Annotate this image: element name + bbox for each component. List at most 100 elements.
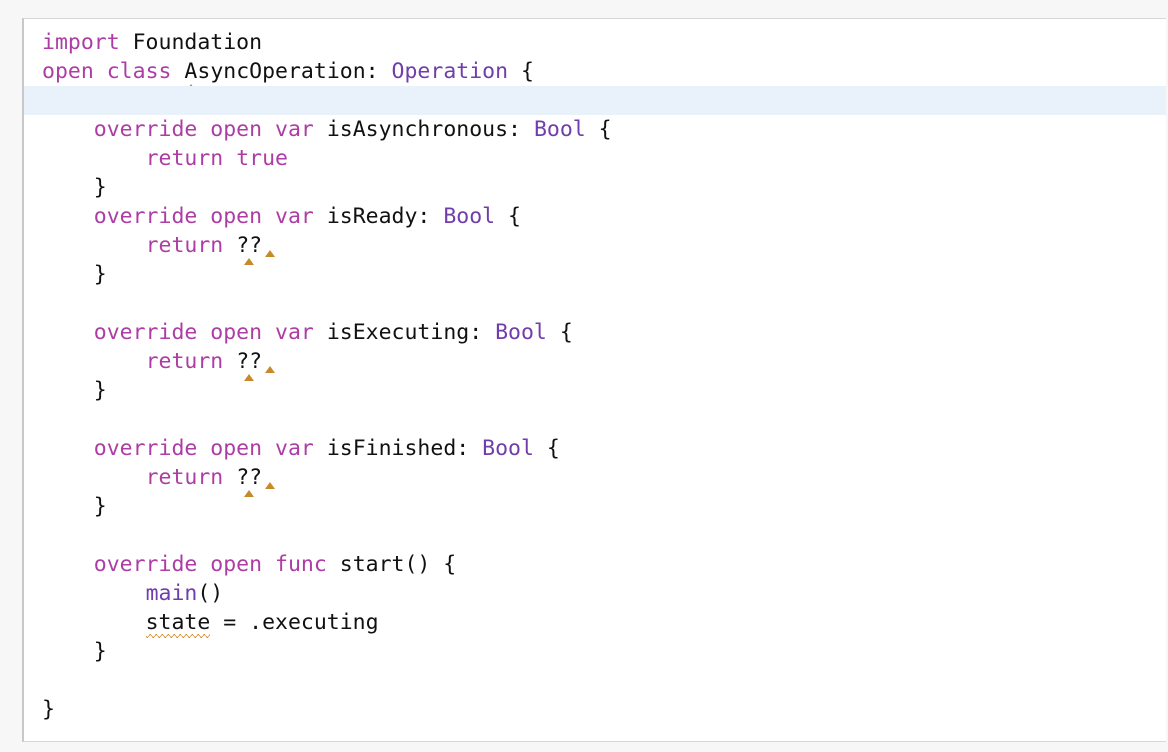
code-area[interactable]: import Foundation open class AsyncOperati… (24, 28, 1166, 724)
code-line[interactable] (24, 289, 1166, 318)
keyword-token: open (210, 117, 263, 142)
warning-marker-token: ?? (236, 465, 263, 497)
code-line[interactable]: main() (24, 579, 1166, 608)
code-token: syncOperation: (197, 59, 392, 84)
code-line[interactable]: } (24, 695, 1166, 724)
keyword-token: open (42, 59, 94, 84)
keyword-token: override (93, 552, 198, 577)
type-token: Bool (495, 320, 547, 345)
code-token: { (508, 59, 534, 84)
keyword-token: override (93, 436, 198, 461)
keyword-token: var (275, 320, 314, 345)
code-token: } (42, 378, 107, 403)
code-line[interactable]: return ?? (24, 231, 1166, 265)
type-token: Operation (391, 59, 509, 84)
keyword-token: var (275, 204, 314, 229)
code-token: isReady: (313, 204, 444, 229)
code-editor[interactable]: import Foundation open class AsyncOperati… (22, 18, 1166, 742)
code-line[interactable]: } (24, 637, 1166, 666)
keyword-token: override (93, 117, 198, 142)
keyword-token: true (236, 146, 288, 171)
code-line[interactable]: override open var isReady: Bool { (24, 202, 1166, 231)
code-token: } (42, 697, 55, 722)
warning-squiggle-token: state (145, 610, 211, 638)
keyword-token: return (145, 465, 224, 490)
code-line[interactable]: import Foundation (24, 28, 1166, 57)
code-token: } (42, 262, 107, 287)
code-token: isFinished: (313, 436, 483, 461)
code-token: () (197, 581, 224, 606)
code-token: Foundation (119, 30, 263, 55)
code-token: { (585, 117, 612, 142)
code-token: } (42, 494, 107, 519)
keyword-token: open (210, 552, 263, 577)
type-token: Bool (443, 204, 496, 229)
code-token: start() { (326, 552, 457, 577)
code-line[interactable]: return ?? (24, 347, 1166, 381)
type-token: main (145, 581, 198, 606)
code-line[interactable]: return ?? (24, 463, 1166, 497)
code-line[interactable]: override open var isFinished: Bool { (24, 434, 1166, 463)
code-line[interactable] (24, 405, 1166, 434)
type-token: Bool (533, 117, 586, 142)
code-line[interactable]: } (24, 260, 1166, 289)
code-line[interactable]: override open var isExecuting: Bool { (24, 318, 1166, 347)
code-token: } (42, 639, 107, 664)
keyword-token: return (145, 349, 224, 374)
code-line[interactable]: override open var isAsynchronous: Bool { (24, 115, 1166, 144)
code-line[interactable]: } (24, 173, 1166, 202)
keyword-token: open (210, 436, 263, 461)
current-line[interactable] (24, 86, 1166, 115)
code-line[interactable]: state = .executing (24, 608, 1166, 638)
code-token: { (546, 320, 573, 345)
code-token: isAsynchronous: (313, 117, 534, 142)
code-line[interactable]: override open func start() { (24, 550, 1166, 579)
warning-marker-token: ?? (236, 349, 263, 381)
code-line[interactable]: open class AsyncOperation: Operation { (24, 57, 1166, 91)
code-token: isExecuting: (313, 320, 496, 345)
keyword-token: func (275, 552, 327, 577)
code-line[interactable] (24, 666, 1166, 695)
keyword-token: var (275, 436, 314, 461)
warning-marker-token: ?? (236, 233, 263, 265)
code-line[interactable]: } (24, 376, 1166, 405)
keyword-token: return (145, 233, 224, 258)
code-line[interactable]: } (24, 492, 1166, 521)
keyword-token: var (275, 117, 314, 142)
code-line[interactable]: return true (24, 144, 1166, 173)
code-token: { (533, 436, 560, 461)
keyword-token: open (210, 320, 263, 345)
code-line[interactable] (24, 521, 1166, 550)
keyword-token: override (93, 204, 198, 229)
keyword-token: import (42, 30, 120, 55)
code-token: } (42, 175, 107, 200)
code-token: = .executing (210, 610, 379, 635)
code-token: { (495, 204, 521, 229)
keyword-token: open (210, 204, 263, 229)
